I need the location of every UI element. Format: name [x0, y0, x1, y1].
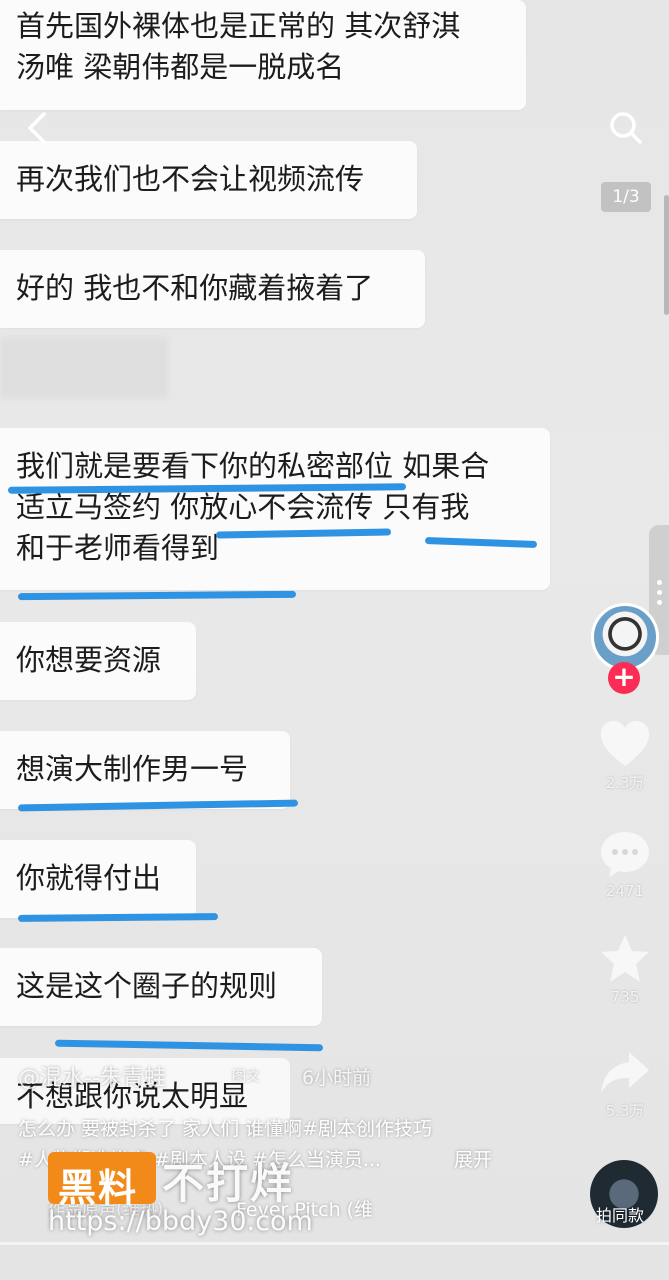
post-caption-line1: 怎么办 要被封杀了 家人们 谁懂啊#剧本创作技巧	[18, 1118, 433, 1140]
chat-line: 想演大制作男一号	[16, 752, 249, 786]
chat-bubble: 首先国外裸体也是正常的 其次舒淇 汤唯 梁朝伟都是一脱成名	[0, 0, 526, 110]
share-arrow-icon	[601, 1052, 649, 1093]
highlight-underline	[17, 590, 297, 601]
chat-bubble: 这是这个圈子的规则	[0, 948, 322, 1026]
watermark-logo: 黑料	[48, 1152, 156, 1210]
favorite-count: 735	[610, 988, 640, 1006]
comment-count: 2471	[605, 882, 645, 900]
image-page-counter: 1/3	[601, 182, 651, 212]
chat-line: 你就得付出	[16, 861, 162, 895]
post-time: 6小时前	[302, 1067, 372, 1089]
scrollbar[interactable]	[664, 195, 669, 315]
watermark-brand-left: 黑料	[58, 1166, 139, 1210]
chat-line: 我们就是要看下你的私密部位 如果合	[16, 449, 490, 483]
heart-icon	[601, 721, 649, 766]
comment-button[interactable]: 2471	[590, 828, 660, 900]
chat-bubble: 你就得付出	[0, 840, 196, 918]
chat-line: 好的 我也不和你藏着掖着了	[16, 271, 374, 305]
search-button[interactable]	[606, 108, 646, 148]
chat-line: 适立马签约 你放心不会流传 只有我	[16, 490, 470, 524]
chat-bubble: 想演大制作男一号	[0, 731, 290, 809]
progress-track[interactable]	[0, 1242, 669, 1245]
expand-link[interactable]: 展开	[454, 1145, 492, 1172]
back-button[interactable]	[22, 108, 52, 148]
follow-button[interactable]: +	[608, 662, 640, 694]
watermark-brand-right: 不打烊	[162, 1159, 295, 1208]
like-count: 2.3万	[605, 774, 645, 792]
watermark-url: https://bbdy30.com	[48, 1206, 313, 1237]
chat-bubble: 再次我们也不会让视频流传	[0, 141, 417, 219]
chat-bubble: 我们就是要看下你的私密部位 如果合 适立马签约 你放心不会流传 只有我 和于老师…	[0, 428, 550, 590]
highlight-underline	[17, 913, 219, 922]
redacted-message	[0, 337, 168, 399]
search-icon	[610, 112, 642, 144]
chat-bubble: 你想要资源	[0, 622, 196, 700]
chat-line: 汤唯 梁朝伟都是一脱成名	[16, 50, 345, 84]
chat-line: 你想要资源	[16, 643, 162, 677]
star-icon	[601, 935, 649, 982]
chat-line: 首先国外裸体也是正常的 其次舒淇	[16, 9, 461, 43]
shoot-same-label[interactable]: 拍同款	[596, 1202, 644, 1226]
chat-bubble: 好的 我也不和你藏着掖着了	[0, 250, 425, 328]
author-name[interactable]: @混水--朱青蛙	[18, 1060, 166, 1092]
share-count: 5.3万	[605, 1102, 645, 1120]
comment-icon	[601, 832, 649, 877]
chat-line: 再次我们也不会让视频流传	[16, 162, 365, 196]
chat-line: 这是这个圈子的规则	[16, 969, 278, 1003]
favorite-button[interactable]: 735	[590, 932, 660, 1006]
highlight-underline	[54, 1039, 324, 1052]
screen: 首先国外裸体也是正常的 其次舒淇 汤唯 梁朝伟都是一脱成名 再次我们也不会让视频…	[0, 0, 669, 1280]
like-button[interactable]: 2.3万	[590, 718, 660, 793]
share-button[interactable]: 5.3万	[590, 1048, 660, 1121]
post-type-tag: 图文	[232, 1069, 260, 1085]
chevron-left-icon	[28, 112, 46, 144]
